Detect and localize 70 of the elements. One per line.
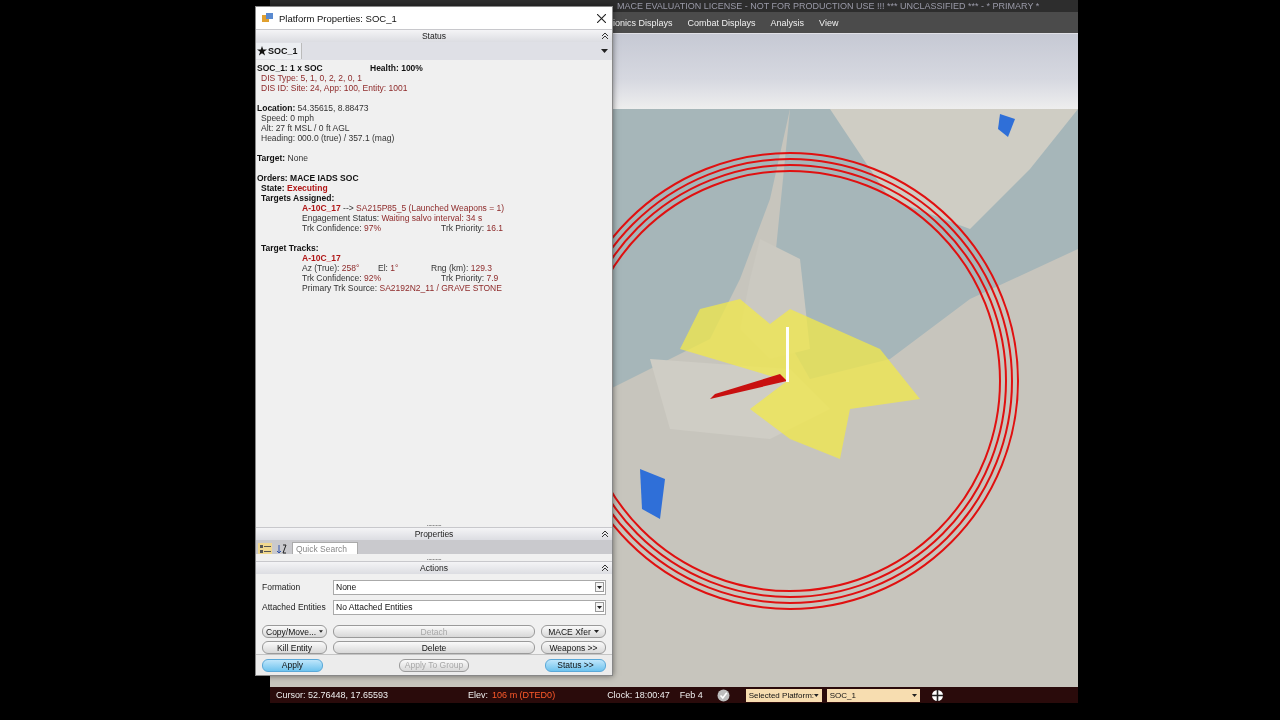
search-field[interactable]: Quick Search [292,542,358,554]
footer-button[interactable]: Apply [262,658,323,672]
platform-type-select[interactable]: Selected Platform: [745,688,822,702]
status-text: Orders: MACE IADS SOC [257,173,359,183]
section-header[interactable]: Properties [256,527,612,540]
collapse-icon[interactable] [602,33,608,39]
elevation-label: Elev: [468,690,489,700]
status-text: Trk Priority: 7.9 [441,273,499,283]
action-button[interactable]: Weapons >> [541,641,606,654]
section-header[interactable]: Status [256,29,612,42]
field-label: Formation [262,582,302,592]
status-text: Location: 54.35615, 8.88473 [257,103,369,113]
status-text: A-10C_17 [302,253,341,263]
dialog-title: Platform Properties: SOC_1 [279,12,398,24]
status-text: DIS ID: Site: 24, App: 100, Entity: 1001 [261,83,408,93]
action-button[interactable]: Delete [333,641,535,654]
caret-icon [319,630,323,633]
categorized-icon[interactable] [258,543,272,554]
field-label: Attached Entities [262,602,327,612]
status-text: Target: None [257,153,308,163]
star-icon [257,46,267,56]
menu-item[interactable]: View [819,17,839,28]
status-text: SOC_1: 1 x SOC [257,63,324,73]
menu-item[interactable]: ionics Displays [613,17,673,28]
caret-icon [597,605,602,609]
status-text: DIS Type: 5, 1, 0, 2, 2, 0, 1 [261,73,362,83]
check-icon[interactable] [716,688,730,702]
status-text: Trk Confidence: 97% [302,223,383,233]
status-text: Az (True): 258° [302,263,361,273]
status-text: Speed: 0 mph [261,113,314,123]
cursor-readout: Cursor: 52.76448, 17.65593 [276,690,389,700]
window-icon [262,13,273,23]
menu-item[interactable]: Analysis [770,17,805,28]
dropdown-field[interactable]: No Attached Entities [333,599,606,615]
platform-select[interactable]: SOC_1 [826,688,920,702]
menu-item[interactable]: Combat Displays [687,17,756,28]
status-text: El: 1° [378,263,400,273]
status-text: Primary Trk Source: SA2192N2_11 / GRAVE STONE [302,283,502,293]
status-text: Trk Confidence: 92% [302,273,383,283]
status-text: Heading: 000.0 (true) / 357.1 (mag) [261,133,395,143]
caret-icon [911,693,917,697]
window-title: MACE EVALUATION LICENSE - NOT FOR PRODUCTION USE !!! *** UNCLASSIFIED *** - * PRIMARY * [617,0,1040,12]
caret-icon [597,585,602,589]
status-text: Health: 100% [370,63,423,73]
dropdown-field[interactable]: None [333,579,606,595]
dropdown-icon[interactable] [601,49,608,53]
date-readout: Feb 4 [679,690,703,700]
section-header[interactable]: Actions [256,561,612,574]
close-icon[interactable] [597,13,606,23]
status-text: Targets Assigned: [261,193,335,203]
action-button[interactable]: MACE Xfer [541,625,606,638]
status-text: Target Tracks: [261,243,319,253]
caret-icon [593,630,599,633]
crosshair-icon[interactable] [930,688,944,702]
collapse-icon[interactable] [602,531,608,537]
action-button[interactable]: Copy/Move... [262,625,327,638]
collapse-icon[interactable] [602,565,608,571]
status-text: Trk Priority: 16.1 [441,223,504,233]
status-text: Engagement Status: Waiting salvo interval: 34 s [302,213,483,223]
elevation-value: 106 m (DTED0) [492,690,556,700]
entity-tab[interactable]: SOC_1 [256,43,302,59]
status-text: A-10C_17 --> SA215P85_5 (Launched Weapons = 1) [302,203,505,213]
footer-button[interactable]: Status >> [545,658,606,672]
caret-icon [814,693,819,697]
status-text: Rng (km): 129.3 [431,263,492,273]
clock-readout: Clock: 18:00:47 [607,690,670,700]
status-text: State: Executing [261,183,328,193]
status-text: Alt: 27 ft MSL / 0 ft AGL [261,123,350,133]
sort-icon[interactable] [275,543,289,554]
action-button[interactable]: Kill Entity [262,641,327,654]
